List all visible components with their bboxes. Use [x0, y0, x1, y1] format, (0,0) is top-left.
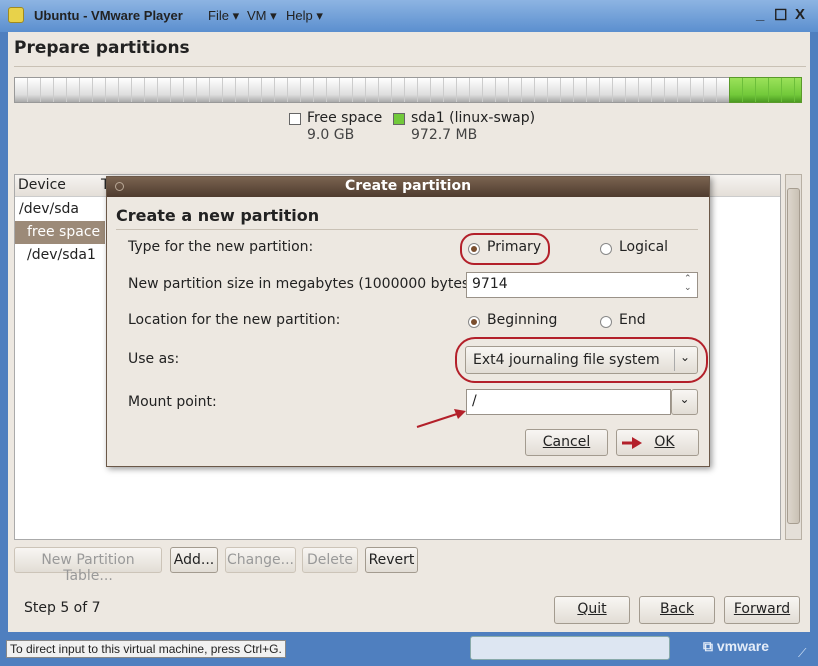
legend-free-name: Free space	[307, 110, 383, 126]
annotation-arrow-icon	[416, 409, 466, 428]
legend-swap-size: 972.7 MB	[411, 127, 478, 143]
dialog-heading: Create a new partition	[116, 206, 320, 225]
swap-swatch	[393, 113, 405, 125]
spin-arrows-icon[interactable]: ⌃ ⌄	[684, 275, 692, 293]
back-button[interactable]: Back	[639, 596, 715, 624]
window-title: Ubuntu - VMware Player	[34, 8, 183, 23]
table-row[interactable]: /dev/sda1	[15, 244, 105, 267]
dialog-title: Create partition	[107, 177, 709, 197]
minimize-button[interactable]: _	[756, 6, 764, 23]
use-as-label: Use as:	[128, 351, 180, 367]
change-button[interactable]: Change...	[225, 547, 296, 573]
divider	[14, 66, 806, 67]
menu-file[interactable]: File ▾	[208, 8, 239, 24]
close-button[interactable]: X	[795, 6, 805, 23]
legend-swap-name: sda1 (linux-swap)	[411, 110, 536, 126]
free-space-swatch	[289, 113, 301, 125]
device-icons-tray[interactable]	[470, 636, 670, 660]
partition-bar-swap	[729, 77, 802, 103]
column-device[interactable]: Device	[18, 177, 66, 193]
status-hint: To direct input to this virtual machine,…	[6, 640, 286, 658]
mount-point-label: Mount point:	[128, 394, 217, 410]
beginning-label[interactable]: Beginning	[487, 312, 557, 328]
delete-button[interactable]: Delete	[302, 547, 358, 573]
page-title: Prepare partitions	[14, 38, 190, 58]
chevron-down-icon[interactable]: ⌄	[680, 350, 690, 364]
step-indicator: Step 5 of 7	[24, 600, 101, 616]
cancel-button[interactable]: Cancel	[525, 429, 608, 456]
partition-bar-free	[14, 77, 802, 103]
divider	[674, 349, 675, 371]
add-button[interactable]: Add...	[170, 547, 218, 573]
size-spinbox[interactable]: 9714	[466, 272, 698, 298]
dialog-menu-icon[interactable]	[115, 182, 124, 191]
revert-button[interactable]: Revert	[365, 547, 418, 573]
divider	[116, 229, 698, 230]
primary-label[interactable]: Primary	[487, 239, 541, 255]
end-label[interactable]: End	[619, 312, 646, 328]
location-label: Location for the new partition:	[128, 312, 341, 328]
quit-button[interactable]: Quit	[554, 596, 630, 624]
legend-free-size: 9.0 GB	[307, 127, 355, 143]
vmware-app-icon	[8, 7, 24, 23]
table-row[interactable]: /dev/sda	[15, 198, 105, 221]
scrollbar-thumb[interactable]	[787, 188, 800, 524]
end-radio[interactable]	[600, 316, 612, 328]
resize-grip-icon[interactable]: ⟋	[798, 646, 806, 661]
size-label: New partition size in megabytes (1000000…	[128, 276, 480, 292]
forward-button[interactable]: Forward	[724, 596, 800, 624]
use-as-dropdown[interactable]: Ext4 journaling file system	[465, 346, 698, 374]
mount-point-dropdown[interactable]: ⌄	[671, 389, 698, 415]
primary-radio[interactable]	[468, 243, 480, 255]
type-label: Type for the new partition:	[128, 239, 314, 255]
maximize-button[interactable]: ☐	[774, 6, 787, 24]
mount-point-input[interactable]: /	[466, 389, 671, 415]
menu-vm[interactable]: VM ▾	[247, 8, 277, 24]
logical-label[interactable]: Logical	[619, 239, 668, 255]
menu-help[interactable]: Help ▾	[286, 8, 323, 24]
annotation-arrow-icon	[622, 437, 642, 449]
beginning-radio[interactable]	[468, 316, 480, 328]
new-partition-table-button[interactable]: New Partition Table...	[14, 547, 162, 584]
vmware-logo: ⧉ vmware	[703, 638, 770, 654]
logical-radio[interactable]	[600, 243, 612, 255]
table-row-selected[interactable]: free space	[15, 221, 105, 244]
